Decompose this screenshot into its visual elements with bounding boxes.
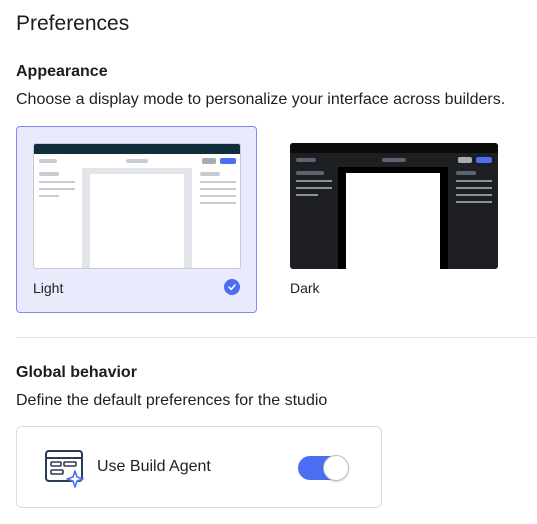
light-mode-preview	[33, 143, 241, 269]
preview-bar	[39, 172, 59, 176]
global-behavior-section-title: Global behavior	[16, 364, 137, 381]
preview-line	[200, 188, 236, 190]
dark-mode-card[interactable]: Dark	[273, 126, 514, 313]
build-agent-toggle[interactable]	[298, 455, 349, 481]
preview-button	[476, 157, 492, 163]
toggle-knob	[323, 455, 349, 481]
preview-line	[39, 181, 75, 183]
preview-line	[200, 195, 236, 197]
preview-bar	[296, 158, 316, 162]
preview-line	[39, 188, 75, 190]
preview-line	[200, 181, 236, 183]
preview-canvas	[90, 174, 184, 268]
preview-bar	[296, 171, 324, 175]
build-agent-card: Use Build Agent	[16, 426, 382, 508]
preview-line	[200, 202, 236, 204]
preview-line	[296, 194, 318, 196]
preview-bar	[200, 172, 220, 176]
preview-bar	[126, 159, 148, 163]
selected-check-icon	[224, 279, 240, 295]
section-divider	[16, 337, 537, 338]
preview-line	[456, 201, 492, 203]
build-agent-label: Use Build Agent	[97, 458, 211, 475]
light-mode-card[interactable]: Light	[16, 126, 257, 313]
appearance-description: Choose a display mode to personalize you…	[16, 91, 506, 108]
preview-line	[456, 187, 492, 189]
global-behavior-description: Define the default preferences for the s…	[16, 392, 328, 409]
preview-line	[456, 194, 492, 196]
preview-bar	[382, 158, 406, 162]
preview-button	[220, 158, 236, 164]
preview-button	[202, 158, 216, 164]
dark-mode-label: Dark	[290, 280, 320, 296]
preview-canvas	[346, 173, 440, 269]
preview-line	[39, 195, 59, 197]
preview-bar	[456, 171, 476, 175]
preview-header	[290, 143, 498, 153]
dark-mode-preview	[290, 143, 498, 269]
build-agent-icon	[44, 449, 88, 489]
preview-button	[458, 157, 472, 163]
preview-line	[456, 180, 492, 182]
light-mode-label: Light	[33, 280, 64, 296]
preview-line	[296, 187, 332, 189]
preview-header	[34, 144, 240, 154]
appearance-section-title: Appearance	[16, 63, 108, 80]
preview-bar	[39, 159, 57, 163]
page-title: Preferences	[16, 12, 130, 35]
preview-line	[296, 180, 332, 182]
